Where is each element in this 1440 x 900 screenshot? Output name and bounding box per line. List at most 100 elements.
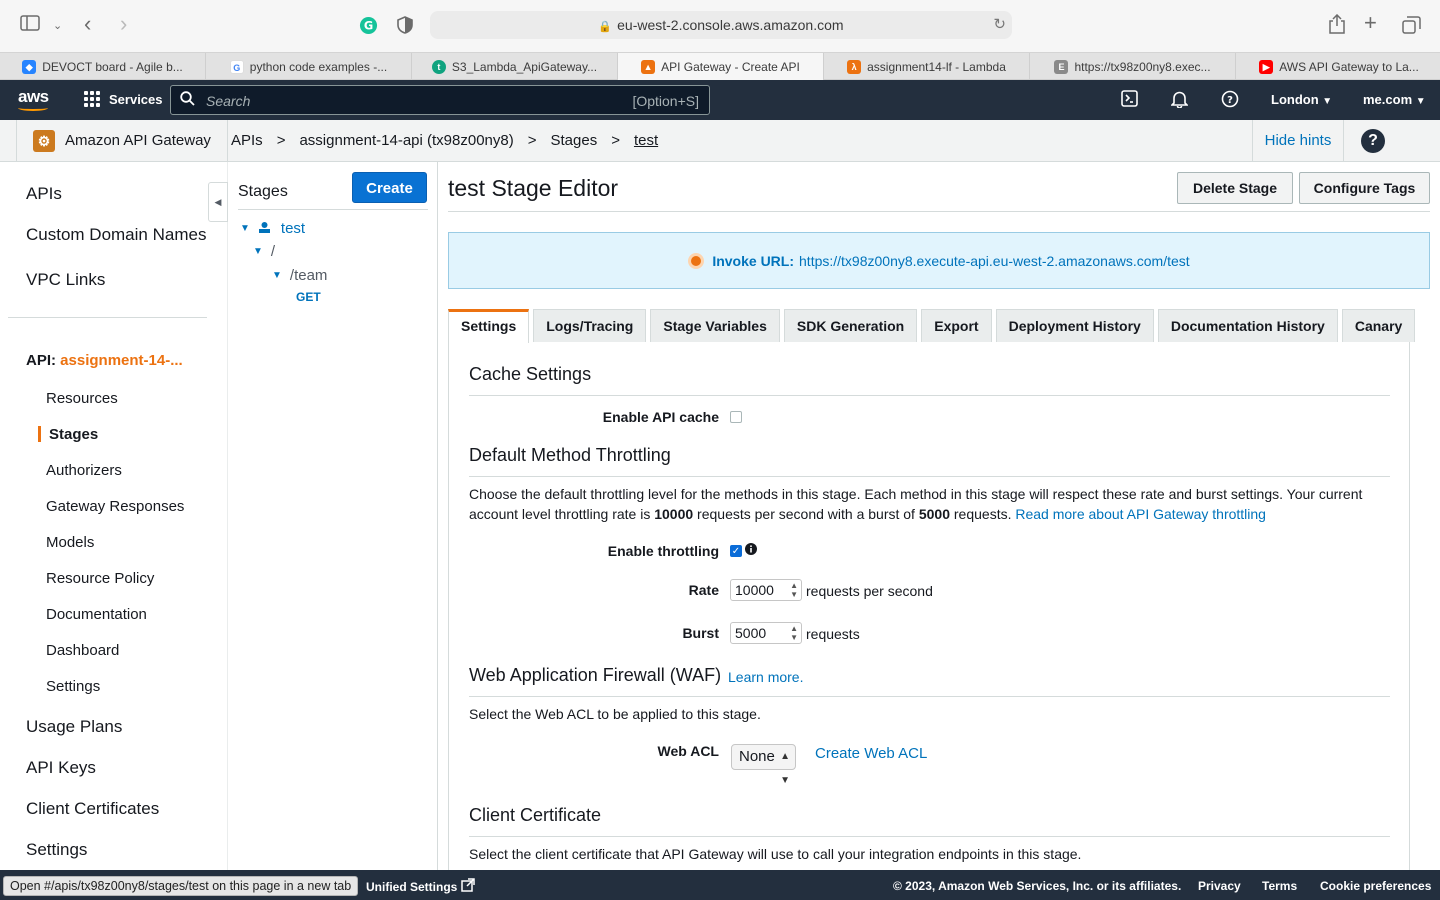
create-stage-button[interactable]: Create	[352, 172, 427, 203]
waf-learn-more-link[interactable]: Learn more.	[728, 667, 803, 687]
services-menu[interactable]: Services	[84, 91, 163, 107]
collapse-sidebar-button[interactable]: ◀	[208, 182, 228, 222]
sidebar-item-gateway-responses[interactable]: Gateway Responses	[46, 498, 184, 515]
browser-tab[interactable]: Gpython code examples -...	[206, 53, 412, 80]
breadcrumb-stages[interactable]: Stages	[551, 132, 598, 149]
browser-tab-active[interactable]: ▲ API Gateway - Create API	[618, 53, 824, 80]
service-name: Amazon API Gateway	[65, 132, 211, 149]
sidebar-item-resources[interactable]: Resources	[46, 390, 118, 407]
hide-hints-link[interactable]: Hide hints	[1252, 120, 1344, 161]
account-label: me.com	[1363, 92, 1413, 107]
burst-input[interactable]: 5000 ▲ ▼	[730, 622, 802, 644]
sidebar-item-api-keys[interactable]: API Keys	[26, 758, 96, 778]
tab-settings[interactable]: Settings	[448, 309, 530, 343]
help-circle-icon[interactable]: ?	[1221, 90, 1239, 113]
grammarly-icon[interactable]: G	[359, 16, 378, 39]
sidebar-item-documentation[interactable]: Documentation	[46, 606, 147, 623]
sidebar-item-resource-policy[interactable]: Resource Policy	[46, 570, 154, 587]
invoke-url-link[interactable]: https://tx98z00ny8.execute-api.eu-west-2…	[799, 253, 1190, 269]
tree-node-stage[interactable]: ▼ test	[240, 220, 305, 237]
tab-export[interactable]: Export	[921, 309, 992, 342]
sidebar-item-models[interactable]: Models	[46, 534, 94, 551]
aws-logo[interactable]: aws	[18, 87, 49, 111]
client-certificate-description: Select the client certificate that API G…	[469, 846, 1082, 862]
web-acl-select[interactable]: None ▲ ▼	[731, 744, 796, 786]
reload-icon[interactable]: ↻	[993, 11, 1006, 39]
sidebar-item-custom-domain-names[interactable]: Custom Domain Names	[26, 225, 206, 245]
youtube-icon: ▶	[1259, 59, 1274, 74]
account-rate-limit: 10000	[654, 506, 694, 522]
tab-label: python code examples -...	[249, 59, 388, 74]
tab-deployment-history[interactable]: Deployment History	[995, 309, 1154, 342]
tree-node-resource[interactable]: ▼ /team	[272, 267, 327, 284]
invoke-url-banner: Invoke URL: https://tx98z00ny8.execute-a…	[448, 232, 1430, 289]
sidebar-api-title[interactable]: API: assignment-14-...	[26, 352, 183, 369]
sidebar-item-authorizers[interactable]: Authorizers	[46, 462, 122, 479]
sidebar-item-settings[interactable]: Settings	[26, 840, 87, 860]
svg-text:G: G	[364, 18, 373, 32]
account-menu[interactable]: me.com ▼	[1363, 92, 1426, 107]
browser-tab[interactable]: ▶ AWS API Gateway to La...	[1236, 53, 1440, 80]
tab-stage-variables[interactable]: Stage Variables	[650, 309, 780, 342]
settings-panel: Cache Settings Enable API cache Default …	[448, 342, 1410, 882]
stepper-icon[interactable]: ▲ ▼	[790, 624, 798, 642]
tab-documentation-history[interactable]: Documentation History	[1157, 309, 1338, 342]
notifications-bell-icon[interactable]	[1170, 90, 1189, 113]
privacy-link[interactable]: Privacy	[1198, 879, 1241, 893]
sidebar-item-dashboard[interactable]: Dashboard	[46, 642, 119, 659]
enable-throttling-checkbox[interactable]: ✓	[730, 545, 742, 557]
tab-overview-icon[interactable]	[1402, 16, 1421, 38]
configure-tags-button[interactable]: Configure Tags	[1299, 172, 1430, 204]
cookie-preferences-link[interactable]: Cookie preferences	[1320, 879, 1431, 893]
help-icon[interactable]: ?	[1361, 129, 1385, 153]
browser-tab[interactable]: ◆ DEVOCT board - Agile b...	[0, 53, 206, 80]
stepper-icon[interactable]: ▲ ▼	[790, 581, 798, 599]
info-icon[interactable]	[745, 542, 757, 558]
read-more-throttling-link[interactable]: Read more about API Gateway throttling	[1015, 506, 1266, 522]
sidebar-toggle-icon[interactable]	[20, 15, 40, 35]
browser-tab[interactable]: t S3_Lambda_ApiGateway...	[412, 53, 618, 80]
tree-node-root[interactable]: ▼ /	[253, 243, 275, 260]
tree-resource-label: /team	[289, 267, 328, 284]
account-burst-limit: 5000	[918, 506, 950, 522]
sidebar-item-client-certificates[interactable]: Client Certificates	[26, 799, 159, 819]
chevron-down-icon[interactable]: ⌄	[53, 16, 62, 36]
tree-method-get[interactable]: GET	[296, 290, 321, 304]
tab-label: S3_Lambda_ApiGateway...	[451, 59, 598, 74]
breadcrumb-current[interactable]: test	[634, 132, 658, 149]
delete-stage-button[interactable]: Delete Stage	[1177, 172, 1293, 204]
sidebar-item-usage-plans[interactable]: Usage Plans	[26, 717, 122, 737]
sidebar-item-stages[interactable]: Stages	[49, 426, 98, 443]
region-selector[interactable]: London ▼	[1271, 92, 1332, 107]
back-icon[interactable]: ‹	[84, 13, 91, 35]
tab-logs-tracing[interactable]: Logs/Tracing	[533, 309, 647, 342]
tab-label: AWS API Gateway to La...	[1279, 59, 1419, 74]
sidebar-divider	[8, 317, 207, 318]
new-tab-icon[interactable]: +	[1364, 12, 1377, 34]
sidebar-item-apis[interactable]: APIs	[26, 184, 62, 204]
cloudshell-icon[interactable]	[1121, 90, 1138, 112]
web-acl-value: None	[739, 748, 775, 765]
sidebar-item-vpc-links[interactable]: VPC Links	[26, 270, 105, 290]
share-icon[interactable]	[1328, 13, 1346, 38]
sidebar-item-api-settings[interactable]: Settings	[46, 678, 100, 695]
unified-settings-link[interactable]: Unified Settings	[366, 878, 476, 895]
tab-sdk-generation[interactable]: SDK Generation	[783, 309, 918, 342]
search-input[interactable]: Search [Option+S]	[170, 85, 710, 115]
browser-tab[interactable]: Ehttps://tx98z00ny8.exec...	[1030, 53, 1236, 80]
service-home-link[interactable]: ⚙ Amazon API Gateway	[16, 120, 228, 161]
privacy-shield-icon[interactable]	[397, 16, 413, 38]
address-bar[interactable]: 🔒 eu-west-2.console.aws.amazon.com ↻	[430, 11, 1012, 39]
browser-tab[interactable]: λ assignment14-lf - Lambda	[824, 53, 1030, 80]
rate-input[interactable]: 10000 ▲ ▼	[730, 579, 802, 601]
tab-canary[interactable]: Canary	[1341, 309, 1416, 342]
forward-icon[interactable]: ›	[120, 13, 127, 35]
terms-link[interactable]: Terms	[1262, 879, 1297, 893]
throttling-heading: Default Method Throttling	[469, 445, 671, 465]
breadcrumb-api[interactable]: assignment-14-api (tx98z00ny8)	[299, 132, 513, 149]
caret-down-icon: ▼	[1322, 96, 1333, 107]
create-web-acl-link[interactable]: Create Web ACL	[815, 744, 927, 764]
search-icon	[180, 91, 195, 110]
enable-api-cache-checkbox[interactable]	[730, 411, 742, 423]
breadcrumb-apis[interactable]: APIs	[231, 132, 263, 149]
